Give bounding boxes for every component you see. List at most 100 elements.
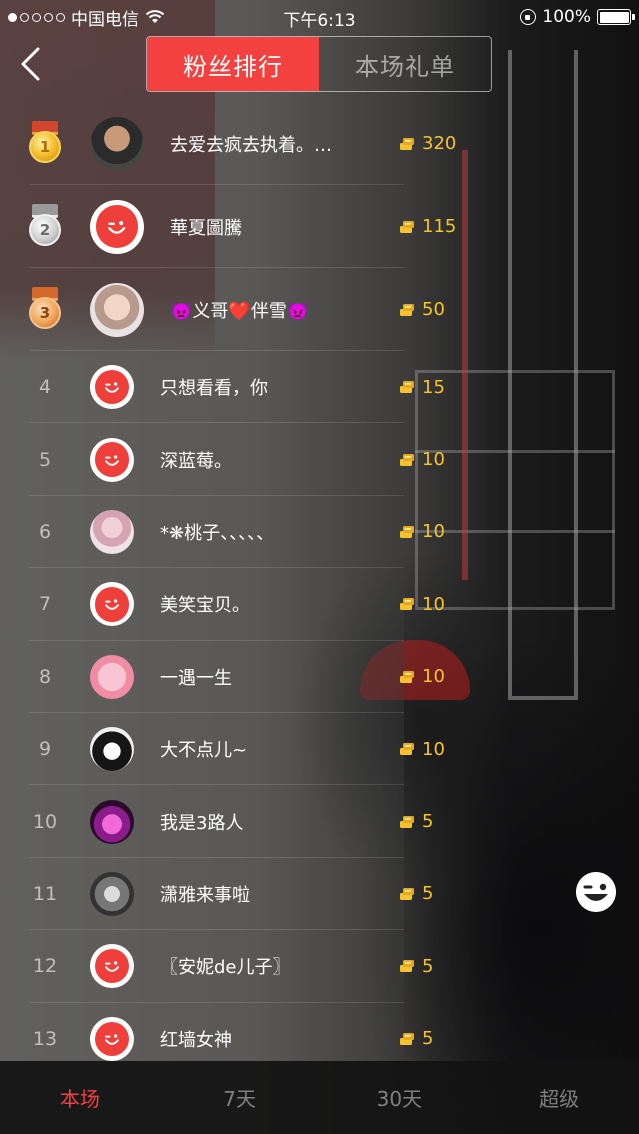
rank-number: 4 (38, 376, 52, 399)
bronze-medal-icon: 3 (28, 286, 62, 333)
avatar[interactable] (90, 582, 134, 627)
gold-coins-icon (400, 598, 414, 611)
ranking-row[interactable]: 7 美笑宝贝。 10 (0, 568, 445, 641)
rank-number: 12 (32, 955, 58, 978)
medal-rank-number: 2 (29, 213, 61, 246)
default-avatar-icon (94, 1021, 130, 1056)
coin-value: 10 (422, 593, 445, 615)
rank-cell: 12 (0, 955, 90, 977)
rank-cell: 9 (0, 738, 90, 760)
rank-cell: 3 (0, 286, 90, 333)
rotation-lock-icon (520, 9, 537, 25)
coin-count: 5 (398, 956, 433, 977)
user-name: 我是3路人 (160, 812, 244, 834)
ranking-row[interactable]: 9 大不点儿~ 10 (0, 713, 445, 786)
tab-7-days[interactable]: 7天 (160, 1061, 320, 1134)
user-name: 👿义哥❤️伴雪👿 (170, 300, 310, 322)
back-button[interactable] (12, 44, 48, 84)
coin-count: 5 (398, 811, 433, 832)
coin-value: 320 (422, 133, 457, 154)
ranking-row[interactable]: 11 潇雅来事啦 5 (0, 858, 433, 931)
gold-coins-icon (400, 1032, 414, 1045)
ranking-row[interactable]: 1 去爱去疯去执着。… 320 (0, 102, 456, 185)
rank-cell: 6 (0, 521, 90, 543)
gold-medal-icon: 1 (28, 120, 62, 167)
avatar[interactable] (90, 799, 134, 844)
coin-count: 15 (398, 377, 445, 398)
default-avatar-icon (95, 205, 139, 248)
avatar[interactable] (90, 282, 144, 337)
header: 粉丝排行 本场礼单 (0, 36, 639, 92)
battery-icon (597, 9, 635, 25)
rank-number: 5 (38, 448, 52, 471)
coin-value: 10 (422, 449, 445, 471)
default-avatar-icon (94, 587, 130, 622)
avatar[interactable] (90, 116, 144, 171)
ranking-row[interactable]: 4 只想看看，你 15 (0, 351, 445, 424)
gold-coins-icon (400, 303, 414, 316)
gold-coins-icon (400, 381, 414, 394)
tab-gift-list[interactable]: 本场礼单 (319, 37, 491, 91)
coin-count: 10 (398, 594, 445, 615)
avatar[interactable] (90, 727, 134, 772)
coin-count: 115 (398, 216, 456, 237)
coin-value: 10 (422, 738, 445, 760)
bg-shelf (415, 370, 615, 610)
ranking-row[interactable]: 3 👿义哥❤️伴雪👿 50 (0, 268, 445, 351)
avatar[interactable] (90, 199, 144, 254)
coin-count: 10 (398, 739, 445, 760)
wink-face-button[interactable] (576, 872, 616, 912)
avatar[interactable] (90, 654, 134, 699)
silver-medal-icon: 2 (28, 203, 62, 250)
bg-shelf-bar (415, 450, 615, 453)
tab-30-days[interactable]: 30天 (320, 1061, 480, 1134)
avatar[interactable] (90, 509, 134, 554)
rank-cell: 4 (0, 376, 90, 398)
rank-cell: 10 (0, 811, 90, 833)
coin-value: 5 (422, 811, 434, 833)
coin-count: 10 (398, 666, 445, 687)
wink-face-icon (576, 872, 616, 912)
avatar[interactable] (90, 871, 134, 916)
default-avatar-icon (94, 949, 130, 984)
rank-number: 10 (32, 810, 58, 833)
gold-coins-icon (400, 743, 414, 756)
user-name: 美笑宝贝。 (160, 595, 250, 617)
tab-super[interactable]: 超级 (479, 1061, 639, 1134)
avatar[interactable] (90, 1016, 134, 1061)
segment-tabs: 粉丝排行 本场礼单 (146, 36, 492, 92)
coin-value: 10 (422, 666, 445, 688)
user-name: 華夏圖騰 (170, 217, 242, 239)
gold-coins-icon (400, 525, 414, 538)
avatar[interactable] (90, 944, 134, 989)
gold-coins-icon (400, 453, 414, 466)
tab-this-session[interactable]: 本场 (0, 1061, 160, 1134)
user-name: 深蓝莓。 (160, 450, 232, 472)
coin-count: 10 (398, 449, 445, 470)
rank-number: 9 (38, 738, 52, 761)
rank-number: 8 (38, 665, 52, 688)
coin-value: 115 (422, 216, 457, 237)
avatar[interactable] (90, 365, 134, 410)
battery-percent: 100% (542, 7, 591, 27)
default-avatar-icon (94, 442, 130, 477)
coin-count: 320 (398, 133, 456, 154)
ranking-row[interactable]: 5 深蓝莓。 10 (0, 423, 445, 496)
coin-value: 5 (422, 1028, 434, 1050)
coin-value: 5 (422, 883, 434, 905)
avatar[interactable] (90, 437, 134, 482)
status-right: 100% (520, 0, 635, 34)
period-tab-bar: 本场 7天 30天 超级 (0, 1061, 639, 1134)
rank-number: 13 (32, 1027, 58, 1050)
ranking-row[interactable]: 8 一遇一生 10 (0, 641, 445, 713)
ranking-row[interactable]: 2 華夏圖騰 115 (0, 185, 456, 268)
user-name: 红墙女神 (160, 1029, 232, 1051)
ranking-row[interactable]: 12 〖安妮de儿子〗 5 (0, 930, 433, 1003)
user-name: 大不点儿~ (160, 740, 248, 762)
ranking-row[interactable]: 10 我是3路人 5 (0, 785, 433, 858)
ranking-list: 1 去爱去疯去执着。… 320 2 華夏圖騰 115 3 👿义哥❤️伴雪👿 50 4 只想看看，你 1… (0, 102, 456, 1075)
ranking-row[interactable]: 6 *❋桃子、、、、、 10 (0, 496, 445, 569)
tab-fan-ranking[interactable]: 粉丝排行 (147, 37, 319, 91)
user-name: 去爱去疯去执着。… (170, 134, 332, 156)
default-avatar-icon (94, 370, 130, 405)
